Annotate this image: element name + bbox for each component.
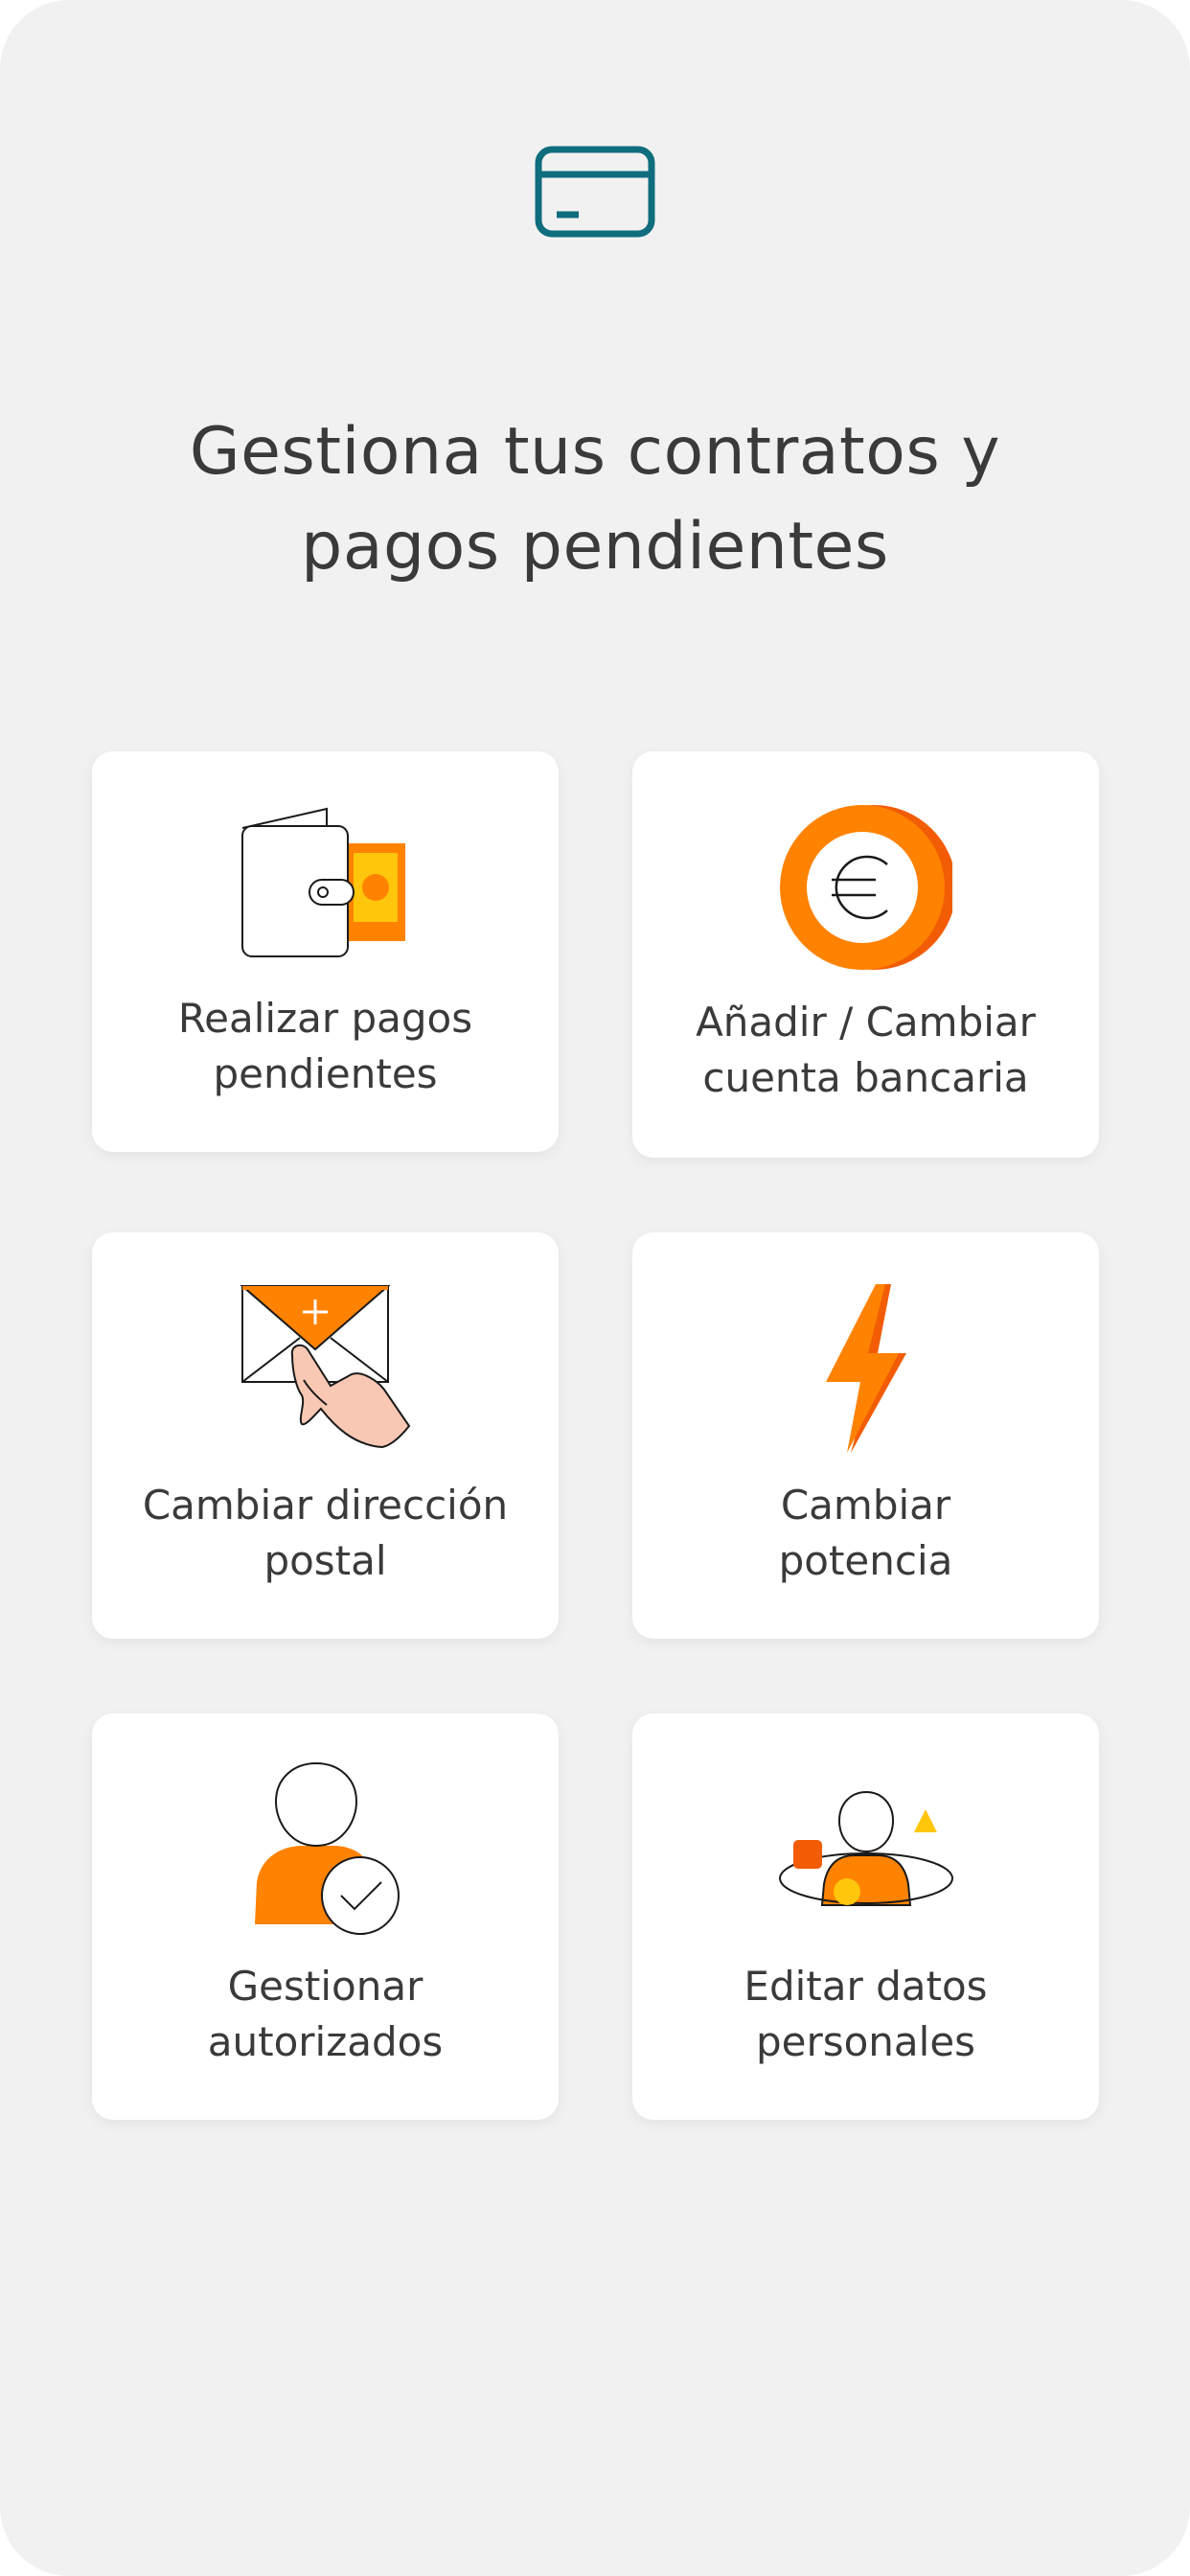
card-label: Gestionar autorizados <box>207 1963 444 2065</box>
lightning-bolt-icon <box>822 1282 910 1455</box>
card-label: Editar datos personales <box>744 1963 988 2065</box>
change-postal-address-button[interactable]: Cambiar dirección postal <box>92 1232 559 1639</box>
wallet-icon <box>239 805 413 960</box>
card-label: Realizar pagos pendientes <box>177 995 473 1097</box>
authorized-user-icon <box>247 1761 404 1938</box>
card-label: Añadir / Cambiar cuenta bancaria <box>696 999 1036 1101</box>
euro-coin-icon <box>779 801 952 974</box>
change-power-button[interactable]: Cambiar potencia <box>632 1232 1099 1639</box>
change-bank-account-button[interactable]: Añadir / Cambiar cuenta bancaria <box>632 751 1099 1158</box>
envelope-hand-icon <box>239 1282 413 1451</box>
app-screen: Gestiona tus contratos y pagos pendiente… <box>0 0 1190 2576</box>
card-label: Cambiar potencia <box>778 1482 953 1584</box>
credit-card-icon <box>534 145 656 241</box>
page-title: Gestiona tus contratos y pagos pendiente… <box>189 414 1001 585</box>
card-label: Cambiar dirección postal <box>142 1482 509 1584</box>
pay-pending-button[interactable]: Realizar pagos pendientes <box>92 751 559 1152</box>
user-profile-icon <box>778 1788 954 1913</box>
edit-personal-data-button[interactable]: Editar datos personales <box>632 1714 1099 2120</box>
manage-authorized-button[interactable]: Gestionar autorizados <box>92 1714 559 2120</box>
